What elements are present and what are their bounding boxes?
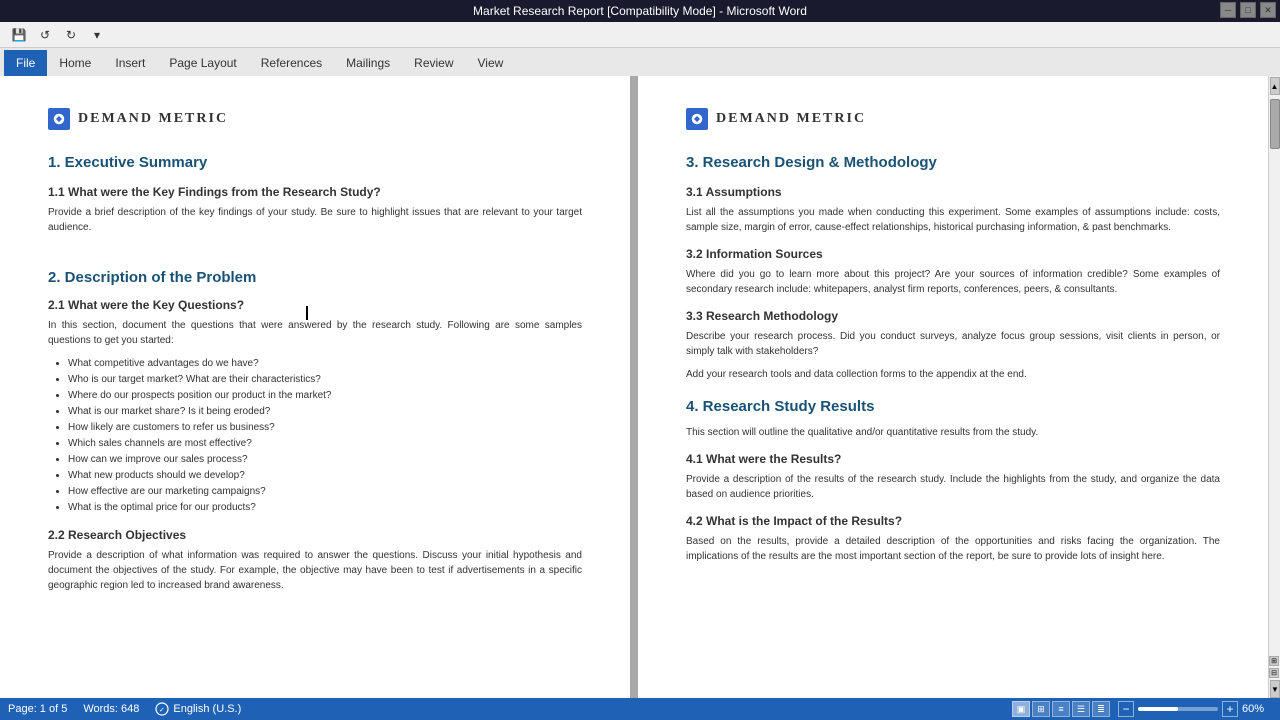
document-area: Demand Metric 1. Executive Summary 1.1 W… [0, 76, 1280, 698]
left-logo-text: Demand Metric [78, 111, 228, 127]
list-item: What is the optimal price for our produc… [68, 500, 582, 516]
scroll-thumb[interactable] [1270, 99, 1280, 149]
section3-2-text: Where did you go to learn more about thi… [686, 267, 1220, 297]
right-page: Demand Metric 3. Research Design & Metho… [638, 76, 1268, 698]
section3-2-heading: 3.2 Information Sources [686, 247, 1220, 261]
quick-access-toolbar: 💾 ↺ ↻ ▾ [0, 22, 1280, 48]
list-item: What new products should we develop? [68, 468, 582, 484]
list-item: How likely are customers to refer us bus… [68, 420, 582, 436]
section2-1-text: In this section, document the questions … [48, 318, 582, 348]
print-layout-view[interactable]: ▣ [1012, 701, 1030, 717]
list-item: How effective are our marketing campaign… [68, 484, 582, 500]
list-item: What competitive advantages do we have? [68, 356, 582, 372]
section3-1-heading: 3.1 Assumptions [686, 185, 1220, 199]
maximize-btn[interactable]: □ [1240, 2, 1256, 18]
section3-1-text: List all the assumptions you made when c… [686, 205, 1220, 235]
zoom-out-btn[interactable]: − [1118, 701, 1134, 717]
title-bar-text: Market Research Report [Compatibility Mo… [473, 4, 807, 18]
outline-view[interactable]: ☰ [1072, 701, 1090, 717]
undo-button[interactable]: ↺ [34, 25, 56, 45]
right-logo-text: Demand Metric [716, 111, 866, 127]
section4-1-text: Provide a description of the results of … [686, 472, 1220, 502]
left-page-header: Demand Metric [48, 108, 582, 138]
zoom-slider[interactable] [1138, 707, 1218, 711]
full-reading-view[interactable]: ⊞ [1032, 701, 1050, 717]
list-item: Where do our prospects position our prod… [68, 388, 582, 404]
zoom-level: 60% [1242, 703, 1272, 715]
tab-insert[interactable]: Insert [103, 50, 157, 76]
section1-heading: 1. Executive Summary [48, 154, 582, 171]
list-item: What is our market share? Is it being er… [68, 404, 582, 420]
expand-btn[interactable]: ⊞ [1269, 656, 1279, 666]
section4-2-heading: 4.2 What is the Impact of the Results? [686, 514, 1220, 528]
section2-2-heading: 2.2 Research Objectives [48, 528, 582, 542]
tab-page-layout[interactable]: Page Layout [157, 50, 248, 76]
right-page-header: Demand Metric [686, 108, 1220, 138]
tab-review[interactable]: Review [402, 50, 465, 76]
pages-container: Demand Metric 1. Executive Summary 1.1 W… [0, 76, 1280, 698]
save-button[interactable]: 💾 [8, 25, 30, 45]
tab-references[interactable]: References [249, 50, 334, 76]
bullet-list: What competitive advantages do we have? … [68, 356, 582, 516]
page-divider [630, 76, 638, 698]
section2-2-text: Provide a description of what informatio… [48, 548, 582, 593]
vertical-scrollbar[interactable]: ▲ ▼ ⊞ ⊟ [1268, 76, 1280, 698]
text-cursor [306, 306, 308, 320]
scroll-down-btn[interactable]: ▼ [1270, 680, 1280, 698]
right-logo-icon [686, 108, 708, 130]
list-item: Who is our target market? What are their… [68, 372, 582, 388]
tab-view[interactable]: View [466, 50, 516, 76]
section2-heading: 2. Description of the Problem [48, 269, 582, 286]
minimize-btn[interactable]: ─ [1220, 2, 1236, 18]
section4-intro: This section will outline the qualitativ… [686, 425, 1220, 440]
word-count: Words: 648 [83, 703, 139, 715]
web-layout-view[interactable]: ≡ [1052, 701, 1070, 717]
customize-button[interactable]: ▾ [86, 25, 108, 45]
status-bar: Page: 1 of 5 Words: 648 ✓ English (U.S.)… [0, 698, 1280, 720]
expand-btn2[interactable]: ⊟ [1269, 668, 1279, 678]
close-btn[interactable]: ✕ [1260, 2, 1276, 18]
section3-3-note: Add your research tools and data collect… [686, 367, 1220, 382]
language: English (U.S.) [173, 703, 241, 715]
list-item: Which sales channels are most effective? [68, 436, 582, 452]
svg-text:✓: ✓ [159, 707, 165, 714]
section3-heading: 3. Research Design & Methodology [686, 154, 1220, 171]
scroll-up-btn[interactable]: ▲ [1270, 77, 1280, 95]
redo-button[interactable]: ↻ [60, 25, 82, 45]
spell-check-icon: ✓ [155, 702, 169, 716]
section3-3-text: Describe your research process. Did you … [686, 329, 1220, 359]
zoom-in-btn[interactable]: + [1222, 701, 1238, 717]
section1-1-text: Provide a brief description of the key f… [48, 205, 582, 235]
draft-view[interactable]: ≣ [1092, 701, 1110, 717]
page-info: Page: 1 of 5 [8, 703, 67, 715]
ribbon: File Home Insert Page Layout References … [0, 48, 1280, 77]
view-icons: ▣ ⊞ ≡ ☰ ≣ [1012, 701, 1110, 717]
zoom-controls: − + 60% [1118, 701, 1272, 717]
title-bar: Market Research Report [Compatibility Mo… [0, 0, 1280, 22]
section2-1-heading: 2.1 What were the Key Questions? [48, 298, 582, 312]
status-bar-right: ▣ ⊞ ≡ ☰ ≣ − + 60% [1012, 701, 1272, 717]
section1-1-heading: 1.1 What were the Key Findings from the … [48, 185, 582, 199]
section4-2-text: Based on the results, provide a detailed… [686, 534, 1220, 564]
zoom-slider-fill [1138, 707, 1178, 711]
tab-home[interactable]: Home [47, 50, 103, 76]
tab-mailings[interactable]: Mailings [334, 50, 402, 76]
left-page: Demand Metric 1. Executive Summary 1.1 W… [0, 76, 630, 698]
ribbon-tabs: File Home Insert Page Layout References … [0, 48, 1280, 76]
section4-heading: 4. Research Study Results [686, 398, 1220, 415]
section3-3-heading: 3.3 Research Methodology [686, 309, 1220, 323]
tab-file[interactable]: File [4, 50, 47, 76]
section4-1-heading: 4.1 What were the Results? [686, 452, 1220, 466]
list-item: How can we improve our sales process? [68, 452, 582, 468]
left-logo-icon [48, 108, 70, 130]
